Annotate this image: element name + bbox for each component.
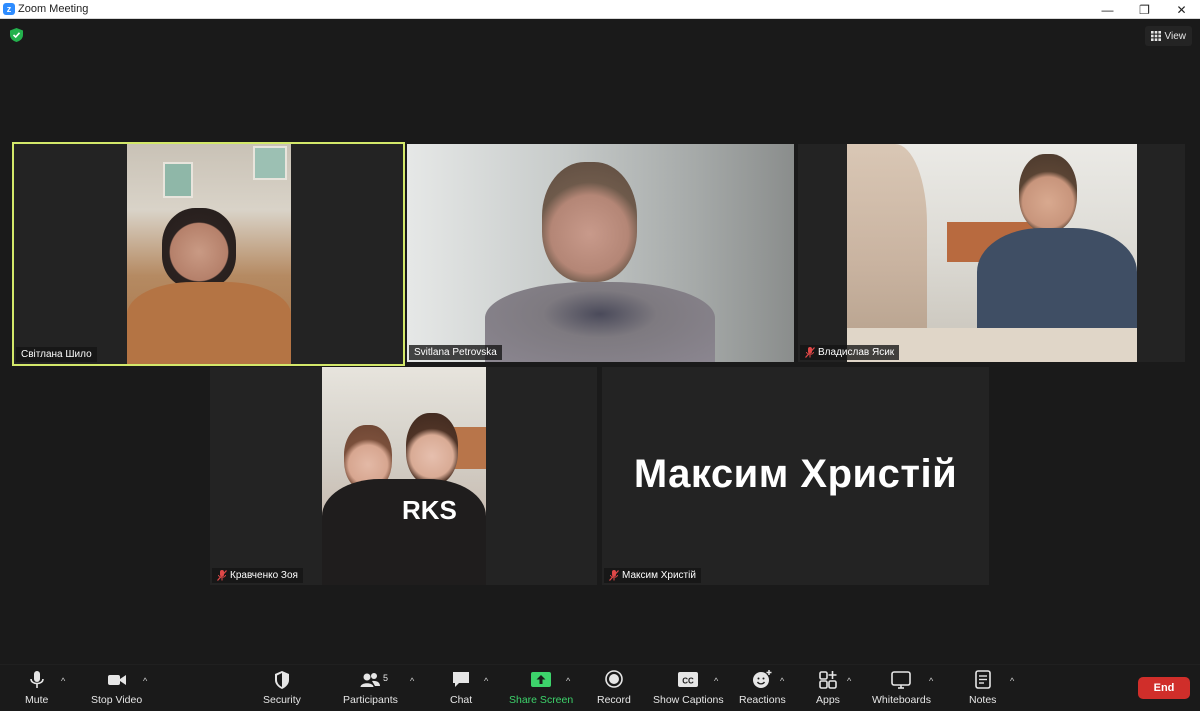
record-label: Record xyxy=(597,694,631,706)
participant-video xyxy=(127,144,291,364)
video-off-name: Максим Христій xyxy=(633,452,958,496)
whiteboards-button[interactable]: Whiteboards xyxy=(872,669,931,706)
video-camera-icon xyxy=(107,675,126,685)
security-button[interactable]: Security xyxy=(263,669,301,706)
notes-button[interactable]: Notes xyxy=(969,669,996,706)
participant-name-tag: Владислав Ясик xyxy=(800,345,900,360)
person-body xyxy=(485,282,715,362)
show-captions-button[interactable]: CC Show Captions xyxy=(653,669,724,706)
microphone-muted-icon xyxy=(217,570,227,581)
whiteboards-label: Whiteboards xyxy=(872,694,931,706)
security-label: Security xyxy=(263,694,301,706)
chat-label: Chat xyxy=(450,694,473,706)
participant-name: Svitlana Petrovska xyxy=(414,347,497,358)
participant-name-tag: Максим Христій xyxy=(604,568,701,583)
video-options-caret[interactable]: ^ xyxy=(143,676,147,686)
participant-name-tag: Світлана Шило xyxy=(16,347,97,362)
microphone-icon xyxy=(29,671,44,688)
participants-button[interactable]: Participants xyxy=(343,669,398,706)
reactions-label: Reactions xyxy=(739,694,786,706)
video-tile-4[interactable]: RKS Кравченко Зоя xyxy=(210,367,597,585)
participant-video: RKS xyxy=(322,367,486,585)
stop-video-button[interactable]: Stop Video xyxy=(91,669,142,706)
smiley-plus-icon xyxy=(753,670,772,688)
person-head xyxy=(406,413,458,485)
view-button[interactable]: View xyxy=(1144,26,1192,46)
share-screen-icon xyxy=(531,672,552,687)
person-body xyxy=(127,282,291,364)
maximize-button[interactable]: ❐ xyxy=(1126,0,1163,19)
window-controls: — ❐ ✕ xyxy=(1089,0,1200,19)
chat-bubble-icon xyxy=(453,672,470,687)
mute-label: Mute xyxy=(25,694,49,706)
participants-icon xyxy=(360,673,381,687)
window-title: Zoom Meeting xyxy=(18,3,89,15)
participant-name-tag: Кравченко Зоя xyxy=(212,568,303,583)
notes-icon xyxy=(974,670,991,689)
mute-button[interactable]: Mute xyxy=(25,669,48,706)
closed-captions-icon: CC xyxy=(678,672,699,687)
apps-label: Apps xyxy=(816,694,840,706)
participant-name: Кравченко Зоя xyxy=(230,570,298,581)
window-titlebar: z Zoom Meeting — ❐ ✕ xyxy=(0,0,1200,19)
reactions-options-caret[interactable]: ^ xyxy=(780,676,784,686)
meeting-toolbar: Mute ^ Stop Video ^ Security Participant… xyxy=(0,664,1200,711)
participant-video xyxy=(407,144,794,362)
apps-icon xyxy=(819,671,837,689)
apps-options-caret[interactable]: ^ xyxy=(847,676,851,686)
record-button[interactable]: Record xyxy=(597,669,631,706)
participant-name: Світлана Шило xyxy=(21,349,92,360)
whiteboards-options-caret[interactable]: ^ xyxy=(929,676,933,686)
chat-options-caret[interactable]: ^ xyxy=(484,676,488,686)
reactions-button[interactable]: Reactions xyxy=(739,669,786,706)
close-button[interactable]: ✕ xyxy=(1163,0,1200,19)
participants-options-caret[interactable]: ^ xyxy=(410,676,414,686)
person-head xyxy=(1019,154,1077,232)
hoodie-print: RKS xyxy=(402,495,457,525)
minimize-button[interactable]: — xyxy=(1089,0,1126,19)
chat-button[interactable]: Chat xyxy=(450,669,472,706)
participant-name: Владислав Ясик xyxy=(818,347,895,358)
wall-poster xyxy=(163,162,193,198)
share-screen-label: Share Screen xyxy=(509,694,574,706)
notes-label: Notes xyxy=(969,694,997,706)
apps-button[interactable]: Apps xyxy=(816,669,840,706)
participant-video xyxy=(847,144,1137,362)
captions-options-caret[interactable]: ^ xyxy=(714,676,718,686)
share-options-caret[interactable]: ^ xyxy=(566,676,570,686)
record-icon xyxy=(605,670,623,688)
video-tile-2[interactable]: Svitlana Petrovska xyxy=(407,144,794,362)
whiteboard-icon xyxy=(891,671,912,689)
participants-count: 5 xyxy=(383,673,389,683)
encryption-shield-icon[interactable] xyxy=(10,28,23,42)
show-captions-label: Show Captions xyxy=(653,694,724,706)
share-screen-button[interactable]: Share Screen xyxy=(509,669,573,706)
notes-options-caret[interactable]: ^ xyxy=(1010,676,1014,686)
captions-icon-text: CC xyxy=(683,677,695,686)
microphone-muted-icon xyxy=(805,347,815,358)
video-tile-1[interactable]: Світлана Шило xyxy=(12,142,405,366)
video-tile-3[interactable]: Владислав Ясик xyxy=(798,144,1185,362)
view-label: View xyxy=(1164,30,1187,42)
mute-options-caret[interactable]: ^ xyxy=(61,676,65,686)
participants-label: Participants xyxy=(343,694,398,706)
end-meeting-button[interactable]: End xyxy=(1138,677,1190,699)
person-body xyxy=(977,228,1137,338)
participant-name: Максим Христій xyxy=(622,570,696,581)
zoom-logo-icon: z xyxy=(3,3,15,15)
grid-icon xyxy=(1150,31,1161,41)
classmate-figure xyxy=(847,144,927,344)
person-head xyxy=(162,208,236,288)
meeting-area: View Світлана Шило Svitlana Petrovska Вл… xyxy=(0,19,1200,664)
person-head xyxy=(542,162,637,282)
shield-icon xyxy=(274,671,289,689)
participant-name-tag: Svitlana Petrovska xyxy=(409,345,502,360)
video-tile-5[interactable]: Максим Христій Максим Христій xyxy=(602,367,989,585)
wall-poster xyxy=(253,146,287,180)
microphone-muted-icon xyxy=(609,570,619,581)
stop-video-label: Stop Video xyxy=(91,694,143,706)
